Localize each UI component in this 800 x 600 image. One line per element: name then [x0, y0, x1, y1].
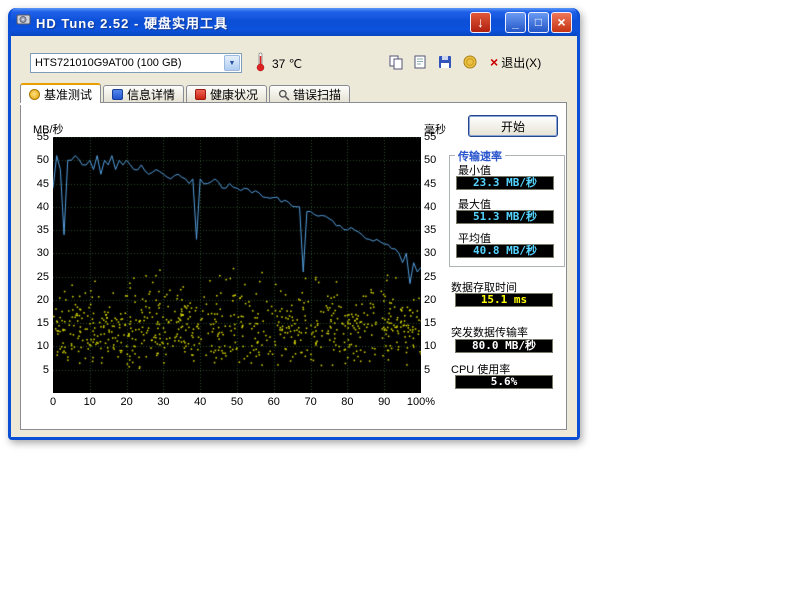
access-time-value: 15.1 ms — [455, 293, 553, 307]
tab-label: 错误扫描 — [293, 86, 341, 103]
tab-bar: 基准测试 信息详情 健康状况 错误扫描 — [20, 83, 352, 103]
magnifier-icon — [278, 89, 289, 100]
titlebar-buttons: ↓ _ □ × — [468, 12, 572, 33]
cpu-usage-value: 5.6% — [455, 375, 553, 389]
tab-info[interactable]: 信息详情 — [103, 85, 184, 103]
tab-label: 健康状况 — [210, 86, 258, 103]
close-button[interactable]: × — [551, 12, 572, 33]
x-tick-label: 10 — [84, 396, 96, 408]
y-tick-label: 10 — [21, 340, 49, 352]
x-tick-label: 50 — [231, 396, 243, 408]
y-tick-label: 25 — [21, 271, 49, 283]
desktop: HD Tune 2.52 - 硬盘实用工具 ↓ _ □ × HTS721010G… — [0, 0, 800, 600]
exit-label: 退出(X) — [501, 54, 541, 71]
tab-error-scan[interactable]: 错误扫描 — [269, 85, 350, 103]
transfer-rate-group: 传输速率 最小值 23.3 MB/秒 最大值 51.3 MB/秒 平均值 40.… — [449, 155, 565, 267]
copy-text-icon — [412, 54, 428, 70]
x-tick-label: 60 — [268, 396, 280, 408]
avg-value: 40.8 MB/秒 — [456, 244, 554, 258]
copy-screenshot-button[interactable] — [385, 52, 407, 72]
y-tick-label: 35 — [21, 224, 49, 236]
max-value: 51.3 MB/秒 — [456, 210, 554, 224]
x-tick-label: 70 — [304, 396, 316, 408]
x-tick-label: 30 — [157, 396, 169, 408]
y-tick-label: 45 — [424, 178, 450, 190]
thermometer-icon — [255, 51, 266, 78]
y-axis-right: 555045403530252015105 — [424, 137, 450, 393]
options-button[interactable] — [459, 52, 481, 72]
y-tick-label: 20 — [424, 294, 450, 306]
benchmark-tab-page: MB/秒 毫秒 555045403530252015105 5550454035… — [20, 102, 567, 430]
tab-health[interactable]: 健康状况 — [186, 85, 267, 103]
y-tick-label: 50 — [424, 154, 450, 166]
titlebar[interactable]: HD Tune 2.52 - 硬盘实用工具 ↓ _ □ × — [11, 8, 577, 36]
min-value: 23.3 MB/秒 — [456, 176, 554, 190]
temperature-label: 37 ℃ — [272, 57, 302, 71]
hd-tune-window: HD Tune 2.52 - 硬盘实用工具 ↓ _ □ × HTS721010G… — [8, 8, 580, 440]
drive-select[interactable]: HTS721010G9AT00 (100 GB) ▼ — [30, 53, 242, 73]
save-icon — [437, 54, 453, 70]
y-tick-label: 5 — [424, 364, 450, 376]
x-tick-label: 40 — [194, 396, 206, 408]
save-screenshot-button[interactable] — [434, 52, 456, 72]
app-icon — [16, 12, 31, 32]
y-tick-label: 50 — [21, 154, 49, 166]
chart-plot — [53, 137, 421, 393]
y-axis-left: 555045403530252015105 — [21, 137, 49, 393]
y-tick-label: 20 — [21, 294, 49, 306]
tab-benchmark[interactable]: 基准测试 — [20, 83, 101, 103]
x-axis: 0102030405060708090100% — [53, 396, 421, 410]
x-tick-label: 0 — [50, 396, 56, 408]
info-tab-icon — [112, 89, 123, 100]
y-tick-label: 30 — [21, 247, 49, 259]
x-tick-label: 80 — [341, 396, 353, 408]
x-tick-label: 90 — [378, 396, 390, 408]
copy-text-button[interactable] — [409, 52, 431, 72]
tab-label: 信息详情 — [127, 86, 175, 103]
exit-button[interactable]: × 退出(X) — [490, 52, 541, 72]
x-tick-label: 100% — [407, 396, 435, 408]
y-tick-label: 45 — [21, 178, 49, 190]
drive-select-value: HTS721010G9AT00 (100 GB) — [31, 57, 223, 69]
y-tick-label: 40 — [424, 201, 450, 213]
download-button[interactable]: ↓ — [470, 12, 491, 33]
burst-rate-label: 突发数据传输率 — [451, 324, 528, 340]
dropdown-arrow-icon[interactable]: ▼ — [224, 55, 240, 71]
client-area: HTS721010G9AT00 (100 GB) ▼ 37 ℃ × 退出(X) — [11, 36, 577, 437]
tab-label: 基准测试 — [44, 86, 92, 103]
y-tick-label: 25 — [424, 271, 450, 283]
y-tick-label: 15 — [21, 317, 49, 329]
y-tick-label: 5 — [21, 364, 49, 376]
y-tick-label: 55 — [424, 131, 450, 143]
window-title: HD Tune 2.52 - 硬盘实用工具 — [36, 13, 468, 32]
y-tick-label: 40 — [21, 201, 49, 213]
benchmark-chart-canvas — [53, 137, 421, 393]
y-tick-label: 55 — [21, 131, 49, 143]
maximize-button[interactable]: □ — [528, 12, 549, 33]
health-tab-icon — [195, 89, 206, 100]
copy-screenshot-icon — [388, 54, 404, 70]
options-icon — [462, 54, 478, 70]
exit-x-icon: × — [490, 55, 498, 69]
minimize-button[interactable]: _ — [505, 12, 526, 33]
x-tick-label: 20 — [120, 396, 132, 408]
y-tick-label: 35 — [424, 224, 450, 236]
start-button[interactable]: 开始 — [468, 115, 558, 137]
benchmark-tab-icon — [29, 89, 40, 100]
y-tick-label: 15 — [424, 317, 450, 329]
y-tick-label: 30 — [424, 247, 450, 259]
y-tick-label: 10 — [424, 340, 450, 352]
burst-rate-value: 80.0 MB/秒 — [455, 339, 553, 353]
